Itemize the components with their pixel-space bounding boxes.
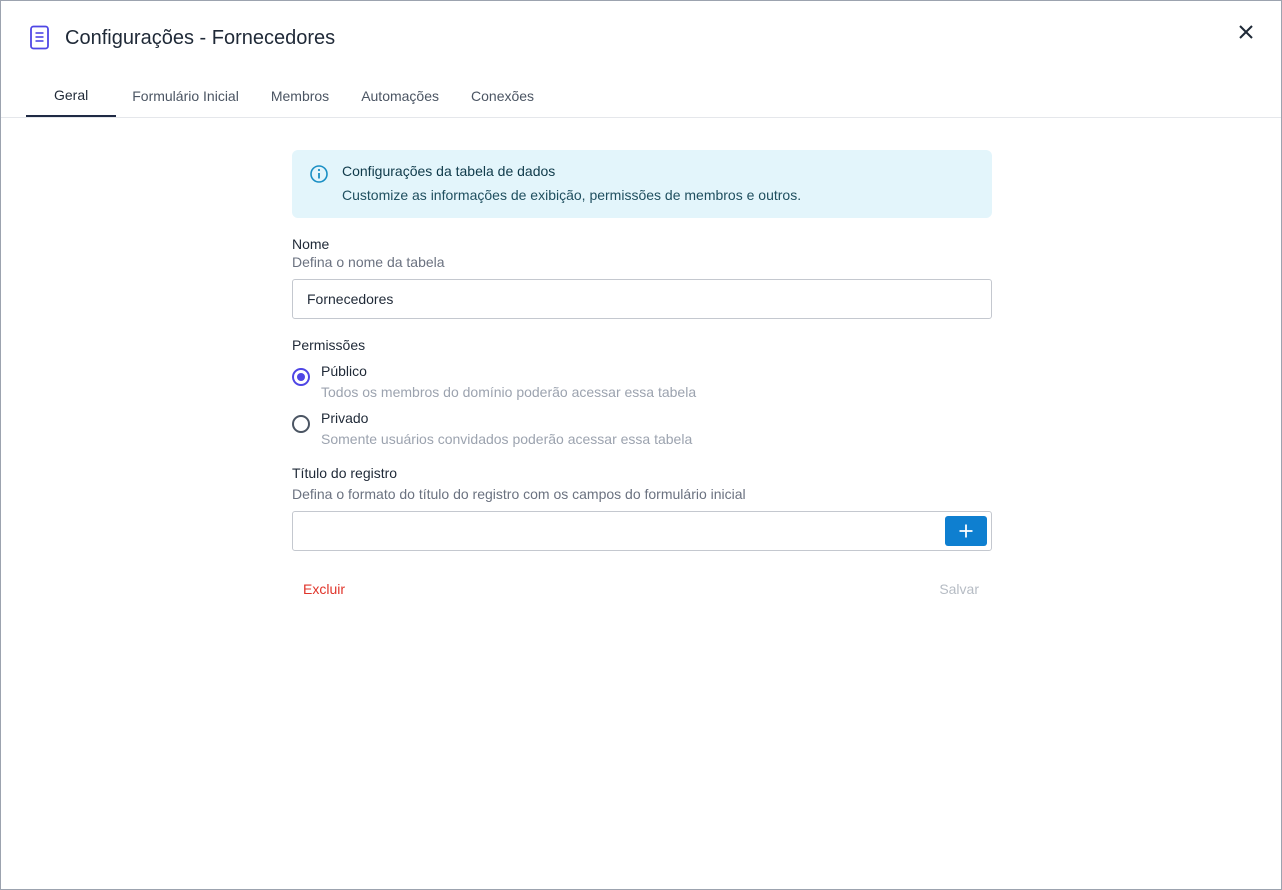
info-icon — [309, 164, 329, 184]
permissions-label: Permissões — [292, 337, 366, 353]
tab-geral[interactable]: Geral — [26, 74, 117, 117]
record-title-hint: Defina o formato do título do registro c… — [292, 486, 746, 502]
add-field-button[interactable] — [945, 516, 987, 546]
record-title-group: Título do registro Defina o formato do t… — [292, 464, 992, 551]
close-button[interactable] — [1235, 21, 1257, 43]
permission-option-private[interactable]: Privado Somente usuários convidados pode… — [292, 409, 992, 448]
dialog-header: Configurações - Fornecedores — [29, 25, 335, 51]
name-hint: Defina o nome da tabela — [292, 254, 445, 270]
form-actions: Excluir Salvar — [292, 580, 992, 598]
settings-form: Configurações da tabela de dados Customi… — [292, 150, 992, 598]
settings-dialog: Configurações - Fornecedores Geral Formu… — [0, 0, 1282, 890]
record-title-input[interactable] — [292, 511, 992, 551]
private-radio[interactable] — [292, 415, 310, 433]
dialog-title: Configurações - Fornecedores — [65, 26, 336, 49]
public-radio[interactable] — [292, 368, 310, 386]
tab-conexoes[interactable]: Conexões — [455, 74, 550, 117]
table-name-input[interactable] — [292, 279, 992, 319]
private-label: Privado — [321, 410, 369, 426]
close-icon — [1239, 25, 1253, 39]
save-button[interactable]: Salvar — [939, 581, 979, 597]
plus-icon — [959, 524, 973, 538]
info-description: Customize as informações de exibição, pe… — [342, 187, 802, 203]
info-title: Configurações da tabela de dados — [342, 163, 556, 179]
tab-formulario-inicial[interactable]: Formulário Inicial — [116, 74, 255, 117]
tab-automacoes[interactable]: Automações — [345, 74, 455, 117]
record-title-label: Título do registro — [292, 465, 398, 481]
tab-bar: Geral Formulário Inicial Membros Automaç… — [26, 73, 1281, 117]
info-banner: Configurações da tabela de dados Customi… — [292, 150, 992, 218]
permission-option-public[interactable]: Público Todos os membros do domínio pode… — [292, 362, 992, 401]
tab-membros[interactable]: Membros — [255, 74, 345, 117]
delete-button[interactable]: Excluir — [303, 581, 345, 597]
name-label: Nome — [292, 236, 330, 252]
permissions-group: Permissões Público Todos os membros do d… — [292, 336, 992, 448]
private-description: Somente usuários convidados poderão aces… — [321, 431, 693, 447]
name-field-group: Nome Defina o nome da tabela — [292, 235, 992, 319]
public-label: Público — [321, 363, 367, 379]
document-icon — [29, 25, 51, 51]
tabs-divider — [1, 117, 1281, 118]
public-description: Todos os membros do domínio poderão aces… — [321, 384, 697, 400]
